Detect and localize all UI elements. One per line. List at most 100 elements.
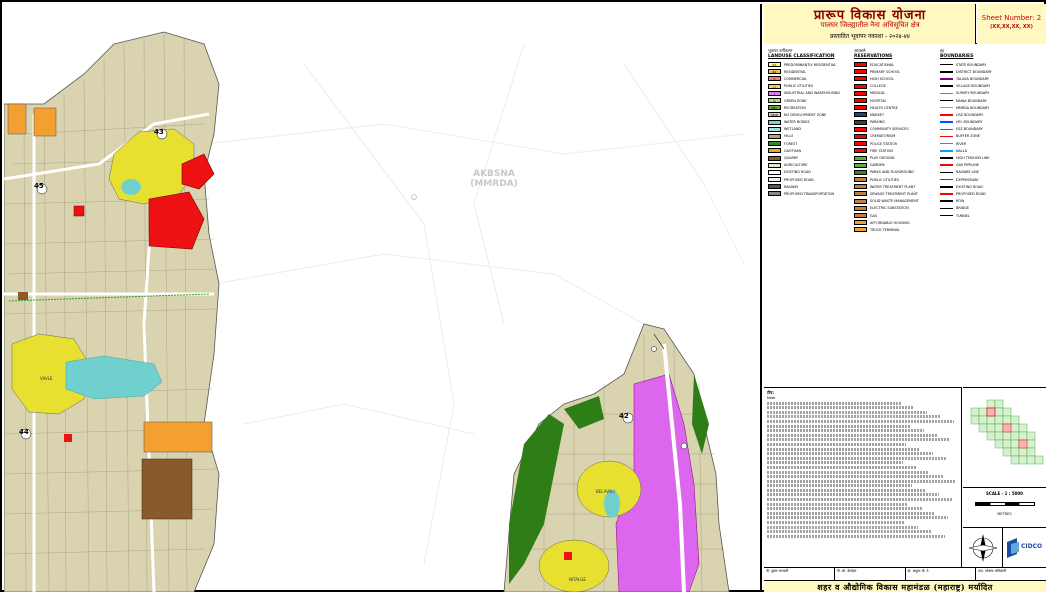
compass-icon — [968, 534, 998, 562]
signature-row: पी. दुबल पाटवारी पी. सो. डेंगांहेल डॉ. अ… — [764, 567, 1046, 580]
legend-item: GARDEN — [854, 162, 940, 169]
legend-swatch: G — [768, 98, 781, 104]
legend-item: EXISTING ROAD — [768, 169, 854, 176]
legend-swatch — [854, 62, 867, 68]
legend-item: EXPRESSWAY — [940, 176, 1044, 183]
legend-item: POLICE STATION — [854, 140, 940, 147]
legend-label: COMMERCIAL — [784, 76, 807, 81]
legend-item: SURVEY BOUNDARY — [940, 90, 1044, 97]
legend-label: HIGH SCHOOL — [870, 76, 895, 81]
legend-item: PARKING — [854, 119, 940, 126]
legend-item: ESZ BOUNDARY — [940, 126, 1044, 133]
legend-item: NDZ NO DEVELOPMENT ZONE — [768, 111, 854, 118]
legend-item: TRUCK TERMINAL — [854, 226, 940, 233]
legend-item: BUFFER ZONE — [940, 133, 1044, 140]
sheet-number: Sheet Number: 2 — [981, 14, 1042, 22]
legend-item: PROPOSED ROAD — [940, 190, 1044, 197]
legend-label: GAOTHAN — [784, 148, 802, 153]
legend-boundaries: हद्द BOUNDARIES STATE BOUNDARY DISTRICT B… — [940, 48, 1044, 219]
legend-item: STATE BOUNDARY — [940, 61, 1044, 68]
legend-item: GAS — [854, 212, 940, 219]
legend-swatch — [854, 119, 867, 125]
legend-item: RIVER — [940, 140, 1044, 147]
village-number-45: 45 — [34, 182, 44, 190]
cidco-logo: CIDCO — [1003, 527, 1046, 567]
note-text-line — [767, 419, 955, 423]
village-name-belavali: BELAVALI — [596, 489, 615, 494]
legend-item: U PUBLIC UTILITIES — [768, 83, 854, 90]
legend-label: NO DEVELOPMENT ZONE — [784, 112, 827, 117]
map-canvas[interactable]: AKBSNA (MMRDA) 45 43 44 42 VAVLE BELAVAL… — [4, 4, 762, 592]
page-subtitle: पालघर जिल्ह्यातील नैना अधिसूचित क्षेत्र — [820, 21, 920, 29]
legend-label: HFL BOUNDARY — [956, 120, 983, 125]
legend-swatch — [854, 169, 867, 175]
legend-item: PROPOSED ROAD — [768, 176, 854, 183]
legend-swatch — [854, 177, 867, 183]
legend-swatch: U — [768, 83, 781, 89]
legend-item: ROW — [940, 198, 1044, 205]
legend-item: WATER TREATMENT PLANT — [854, 183, 940, 190]
legend-item: HIGH SCHOOL — [854, 75, 940, 82]
note-text-line — [767, 507, 922, 511]
legend-swatch — [854, 141, 867, 147]
note-text-line — [767, 534, 945, 538]
legend-swatch — [854, 133, 867, 139]
legend-swatch — [768, 177, 781, 183]
legend-swatch — [940, 106, 953, 109]
legend-label: SEWAGE TREATMENT PLANT — [870, 191, 918, 196]
legend-label: PARKING — [870, 120, 885, 125]
signature-4: प्रफ. लोकस अधिकारी — [978, 569, 1007, 573]
legend-swatch — [940, 193, 953, 195]
legend-swatch: C — [768, 76, 781, 82]
legend-item: BRIDGE — [940, 205, 1044, 212]
legend-swatch: REC — [768, 105, 781, 111]
legend-item: PLAY GROUND — [854, 154, 940, 161]
legend-label: PLAY GROUND — [870, 156, 895, 161]
legend-item: TUNNEL — [940, 212, 1044, 219]
legend-swatch — [854, 227, 867, 233]
key-plan — [963, 387, 1046, 487]
legend-item: PUBLIC UTILITIES — [854, 176, 940, 183]
legend-item: WATER BODIES — [768, 119, 854, 126]
legend-label: MARKET — [870, 112, 885, 117]
legend-label: VILLAGE BOUNDARY — [956, 84, 991, 89]
legend-swatch — [854, 112, 867, 118]
legend-swatch — [768, 184, 781, 190]
legend-label: HEALTH CENTRE — [870, 105, 898, 110]
map-sheet: AKBSNA (MMRDA) 45 43 44 42 VAVLE BELAVAL… — [0, 0, 1046, 592]
legend-swatch — [940, 78, 953, 80]
legend-label: GAS — [870, 213, 878, 218]
legend-swatch — [768, 133, 781, 139]
legend-swatch — [854, 126, 867, 132]
legend-swatch — [940, 142, 953, 145]
legend-swatch: R2 — [768, 69, 781, 75]
legend-item: GAOTHAN — [768, 147, 854, 154]
legend-label: PUBLIC UTILITIES — [784, 84, 813, 89]
legend-swatch — [940, 214, 953, 217]
legend-item: MMRDA BOUNDARY — [940, 104, 1044, 111]
legend-swatch — [768, 126, 781, 132]
note-text-line — [767, 438, 951, 442]
legend-swatch — [854, 83, 867, 89]
legend-reservations: आरक्षणे RESERVATIONS EDUCATIONAL PRIMARY … — [854, 48, 940, 234]
notes-section: टीप: Note — [764, 387, 962, 567]
legend-label: AGRICULTURE — [784, 163, 808, 168]
legend-item: HIGH TENSION LINE — [940, 154, 1044, 161]
reservations-subheading: RESERVATIONS — [854, 54, 893, 59]
scale-bar: SCALE - 1 : 5000 METRES — [963, 487, 1046, 527]
legend-label: HOSPITAL — [870, 98, 887, 103]
legend-label: MEDICAL — [870, 91, 886, 96]
note-text-line — [767, 502, 909, 506]
legend-swatch — [854, 191, 867, 197]
legend-label: BRIDGE — [956, 206, 970, 211]
legend-item: G GREEN ZONE — [768, 97, 854, 104]
legend-label: TALUKA BOUNDARY — [956, 76, 989, 81]
legend-item: EDUCATIONAL — [854, 61, 940, 68]
scale-graphic — [975, 502, 1035, 506]
landuse-list: R1 PREDOMINANTLY RESIDENTIAL R2 RESIDENTIAL… — [768, 61, 854, 198]
village-number-44: 44 — [19, 428, 29, 436]
legend-swatch — [854, 90, 867, 96]
legend-swatch — [940, 92, 953, 95]
key-plan-grid — [970, 399, 1044, 465]
village-number-42: 42 — [619, 412, 629, 420]
